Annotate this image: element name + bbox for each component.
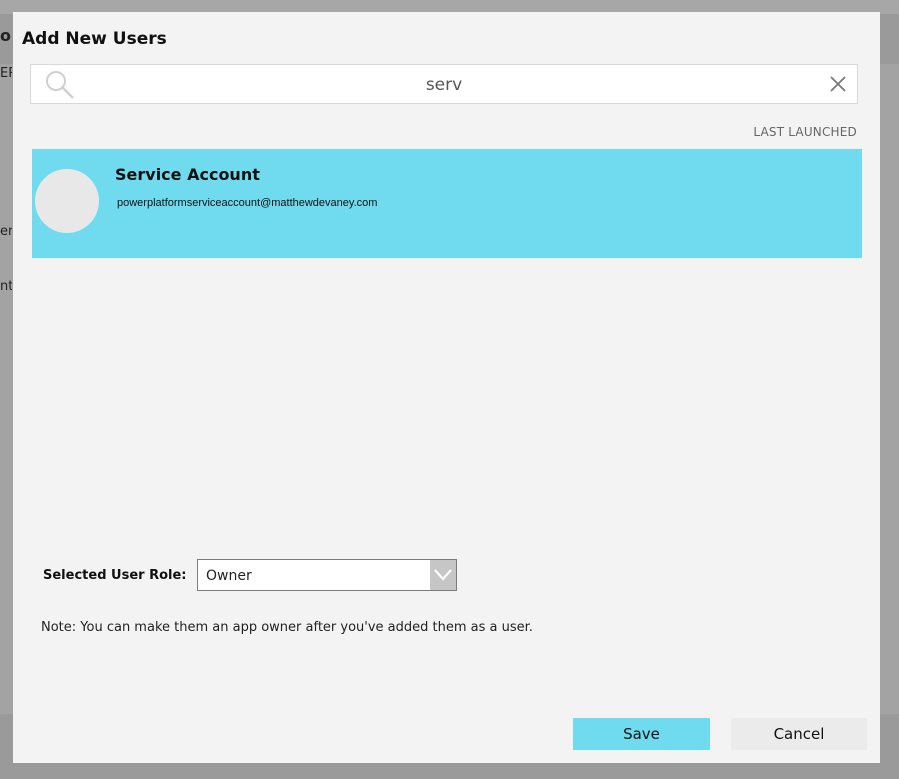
close-icon[interactable] bbox=[829, 75, 847, 93]
background-text-fragment: ER bbox=[0, 66, 12, 81]
role-label: Selected User Role: bbox=[43, 568, 187, 583]
add-users-dialog: Add New Users serv LAST LAUNCHED Service… bbox=[13, 12, 880, 763]
role-dropdown[interactable]: Owner bbox=[197, 559, 457, 591]
dialog-title: Add New Users bbox=[22, 29, 167, 49]
avatar bbox=[35, 169, 99, 233]
search-query[interactable]: serv bbox=[31, 75, 857, 95]
search-input[interactable]: serv bbox=[30, 64, 858, 104]
save-button[interactable]: Save bbox=[573, 718, 710, 750]
chevron-down-icon[interactable] bbox=[430, 560, 456, 590]
cancel-button[interactable]: Cancel bbox=[731, 718, 867, 750]
user-email: powerplatformserviceaccount@matthewdevan… bbox=[117, 197, 378, 209]
list-item[interactable]: Service Account powerplatformserviceacco… bbox=[32, 149, 862, 258]
background-text-fragment: nt bbox=[0, 279, 12, 294]
background-text-fragment: ol bbox=[0, 26, 12, 45]
sort-label[interactable]: LAST LAUNCHED bbox=[753, 125, 857, 139]
role-note: Note: You can make them an app owner aft… bbox=[41, 620, 533, 635]
role-value: Owner bbox=[206, 568, 252, 584]
user-name: Service Account bbox=[115, 165, 260, 184]
background-text-fragment: en bbox=[0, 224, 12, 239]
